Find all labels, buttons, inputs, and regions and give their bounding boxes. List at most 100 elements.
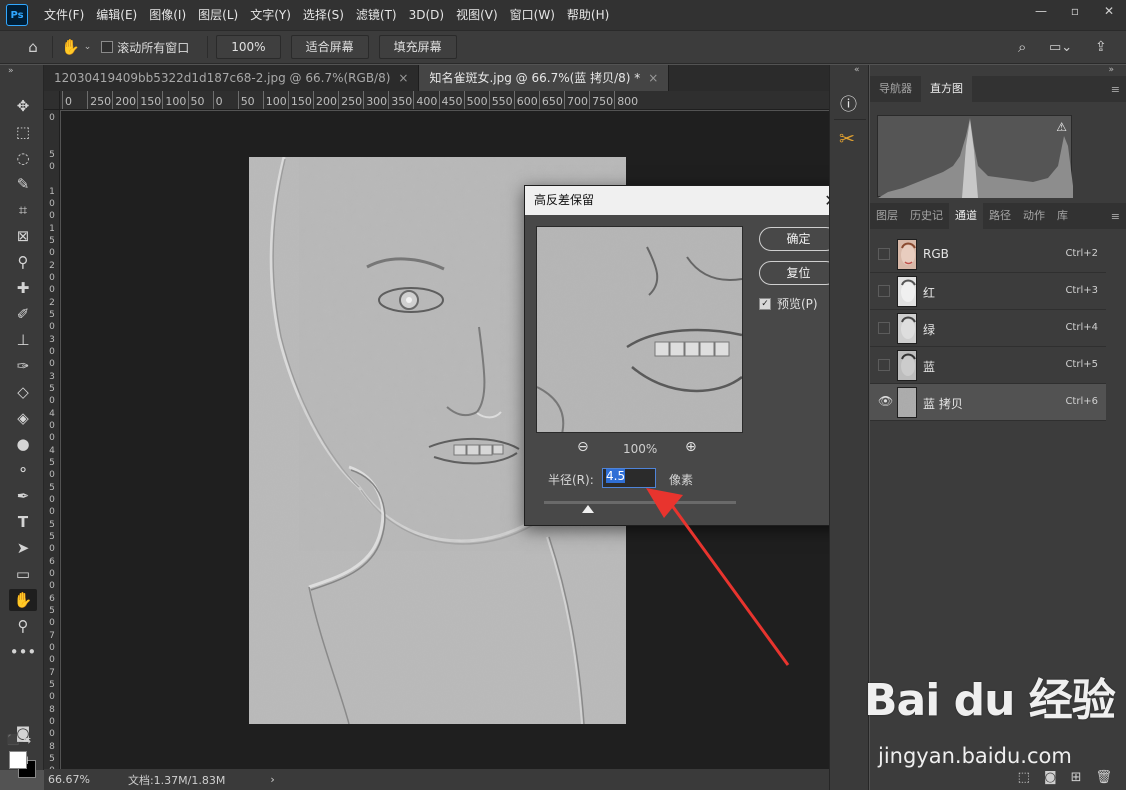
channel-row-blue-copy[interactable]: 👁 蓝 拷贝 Ctrl+6 xyxy=(870,384,1106,421)
search-icon[interactable]: ⌕ xyxy=(1018,38,1026,56)
close-window-icon[interactable]: ✕ xyxy=(1092,0,1126,22)
zoom-out-icon[interactable]: ⊖ xyxy=(577,439,589,455)
menu-edit[interactable]: 编辑(E) xyxy=(90,0,143,30)
load-selection-icon[interactable]: ⬚ xyxy=(1018,770,1030,785)
warning-icon[interactable]: ⚠ xyxy=(1056,120,1067,134)
visibility-toggle[interactable] xyxy=(878,248,890,260)
radius-slider-thumb[interactable] xyxy=(582,505,595,513)
visibility-toggle[interactable] xyxy=(878,359,890,371)
collapse-icon[interactable]: « xyxy=(854,65,860,75)
dialog-titlebar[interactable]: 高反差保留 ✕ xyxy=(525,186,848,215)
pen-tool-icon[interactable]: ✒ xyxy=(9,485,37,507)
panel-menu-icon[interactable]: ≡ xyxy=(1111,83,1120,96)
menu-view[interactable]: 视图(V) xyxy=(450,0,504,30)
marquee-tool-icon[interactable]: ⬚ xyxy=(9,121,37,143)
menu-window[interactable]: 窗口(W) xyxy=(504,0,561,30)
reset-button[interactable]: 复位 xyxy=(759,261,838,285)
ruler-tick xyxy=(112,91,114,109)
panel-menu-icon[interactable]: ≡ xyxy=(1111,210,1120,223)
menu-layer[interactable]: 图层(L) xyxy=(192,0,244,30)
ruler-label: 700 xyxy=(49,631,55,665)
ruler-tick xyxy=(338,91,340,109)
menu-type[interactable]: 文字(Y) xyxy=(244,0,297,30)
home-icon[interactable]: ⌂ xyxy=(22,38,44,56)
tab-history[interactable]: 历史记 xyxy=(904,203,949,229)
visibility-toggle[interactable] xyxy=(878,285,890,297)
close-icon[interactable]: × xyxy=(648,71,658,85)
hand-tool-icon[interactable]: ✋ xyxy=(9,589,37,611)
zoom-tool-icon[interactable]: ⚲ xyxy=(9,615,37,637)
delete-channel-icon[interactable]: 🗑 xyxy=(1095,770,1112,785)
brush-tool-icon[interactable]: ✐ xyxy=(9,303,37,325)
info-icon[interactable]: ⓘ xyxy=(840,90,857,115)
share-icon[interactable]: ⇪ xyxy=(1095,39,1107,55)
close-icon[interactable]: × xyxy=(398,71,408,85)
menu-select[interactable]: 选择(S) xyxy=(297,0,350,30)
maximize-icon[interactable]: ▫ xyxy=(1058,0,1092,22)
stamp-tool-icon[interactable]: ⊥ xyxy=(9,329,37,351)
tab-layers[interactable]: 图层 xyxy=(870,203,904,229)
dodge-tool-icon[interactable]: ⚬ xyxy=(9,459,37,481)
blur-tool-icon[interactable]: ● xyxy=(9,433,37,455)
tab-paths[interactable]: 路径 xyxy=(983,203,1017,229)
paint-bucket-tool-icon[interactable]: ◈ xyxy=(9,407,37,429)
eyedropper-tool-icon[interactable]: ⚲ xyxy=(9,251,37,273)
tab-document-2[interactable]: 知名雀斑女.jpg @ 66.7%(蓝 拷贝/8) * × xyxy=(419,65,670,91)
eraser-tool-icon[interactable]: ◇ xyxy=(9,381,37,403)
type-tool-icon[interactable]: T xyxy=(9,511,37,533)
menu-filter[interactable]: 滤镜(T) xyxy=(350,0,403,30)
workspace-icon[interactable]: ▭⌄ xyxy=(1049,40,1072,55)
tab-library[interactable]: 库 xyxy=(1051,203,1074,229)
preview-option[interactable]: ✓ 预览(P) xyxy=(759,295,818,312)
frame-tool-icon[interactable]: ⊠ xyxy=(9,225,37,247)
tab-document-1[interactable]: 12030419409bb5322d1d187c68-2.jpg @ 66.7%… xyxy=(44,65,420,91)
channel-row-blue[interactable]: 蓝 Ctrl+5 xyxy=(870,347,1106,384)
visibility-toggle[interactable] xyxy=(878,322,890,334)
quick-mask-icon[interactable]: ◙ xyxy=(9,722,37,744)
new-channel-icon[interactable]: ⊞ xyxy=(1071,770,1082,785)
channel-row-green[interactable]: 绿 Ctrl+4 xyxy=(870,310,1106,347)
tab-navigator[interactable]: 导航器 xyxy=(870,76,921,102)
brush-settings-icon[interactable]: ✂ xyxy=(839,128,855,150)
zoom-100-button[interactable]: 100% xyxy=(216,35,281,59)
chevron-down-icon[interactable]: ⌄ xyxy=(84,42,92,52)
path-select-tool-icon[interactable]: ➤ xyxy=(9,537,37,559)
quick-select-tool-icon[interactable]: ✎ xyxy=(9,173,37,195)
channel-row-red[interactable]: 红 Ctrl+3 xyxy=(870,273,1106,310)
history-brush-tool-icon[interactable]: ✑ xyxy=(9,355,37,377)
rectangle-tool-icon[interactable]: ▭ xyxy=(9,563,37,585)
status-expand-icon[interactable]: › xyxy=(270,773,274,786)
radius-input[interactable]: 4.5 xyxy=(602,468,656,488)
menu-file[interactable]: 文件(F) xyxy=(38,0,90,30)
eye-icon[interactable]: 👁 xyxy=(878,395,893,408)
more-tools-icon[interactable]: ••• xyxy=(9,641,37,663)
lasso-tool-icon[interactable]: ◌ xyxy=(9,147,37,169)
fill-screen-button[interactable]: 填充屏幕 xyxy=(378,35,457,59)
preview-checkbox[interactable]: ✓ xyxy=(759,297,771,310)
save-selection-icon[interactable]: ◙ xyxy=(1044,770,1057,785)
scroll-all-checkbox[interactable] xyxy=(101,41,114,53)
collapse-icon[interactable]: » xyxy=(8,66,14,76)
zoom-level[interactable]: 66.67% xyxy=(48,773,90,786)
top-panel-tabs: 导航器 直方图 ≡ xyxy=(870,76,1126,102)
healing-tool-icon[interactable]: ✚ xyxy=(9,277,37,299)
filter-preview[interactable] xyxy=(536,226,743,433)
tab-histogram[interactable]: 直方图 xyxy=(921,76,972,102)
menu-image[interactable]: 图像(I) xyxy=(143,0,192,30)
zoom-in-icon[interactable]: ⊕ xyxy=(685,439,697,455)
foreground-color[interactable] xyxy=(9,751,27,769)
menu-help[interactable]: 帮助(H) xyxy=(561,0,615,30)
tab-channels[interactable]: 通道 xyxy=(949,203,983,229)
collapse-icon[interactable]: » xyxy=(1108,65,1114,75)
radius-slider[interactable] xyxy=(544,501,736,504)
tab-actions[interactable]: 动作 xyxy=(1017,203,1051,229)
crop-tool-icon[interactable]: ⌗ xyxy=(9,199,37,221)
fit-screen-button[interactable]: 适合屏幕 xyxy=(290,35,369,59)
channel-row-rgb[interactable]: RGB Ctrl+2 xyxy=(870,236,1106,273)
hand-tool-icon[interactable]: ✋ xyxy=(61,38,80,56)
baidu-watermark-url: jingyan.baidu.com xyxy=(878,744,1072,768)
menu-3d[interactable]: 3D(D) xyxy=(403,0,450,30)
ok-button[interactable]: 确定 xyxy=(759,227,838,251)
move-tool-icon[interactable]: ✥ xyxy=(9,95,37,117)
minimize-icon[interactable]: — xyxy=(1024,0,1058,22)
